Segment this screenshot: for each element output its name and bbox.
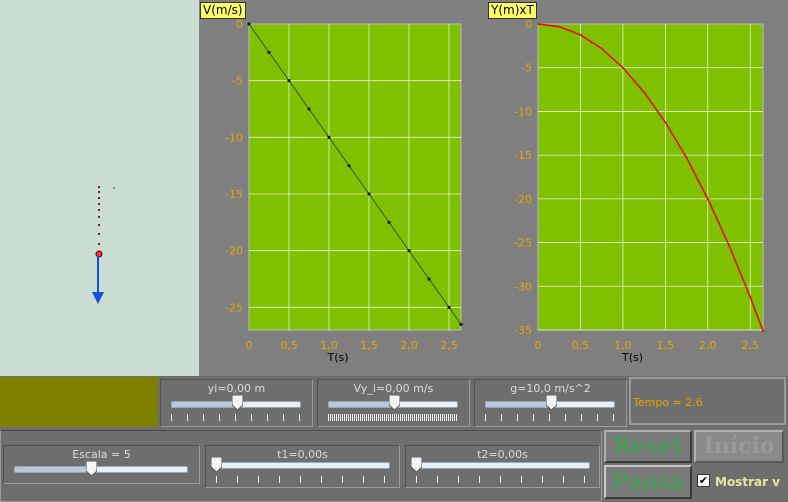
- position-plot-xlabel: T(s): [621, 351, 643, 364]
- velocity-plot-x-tick: 1,5: [360, 339, 378, 352]
- velocity-point: [267, 50, 271, 54]
- position-plot-y-tick: -35: [514, 324, 532, 337]
- mostrar-label: Mostrar v: [715, 475, 780, 489]
- escala-slider[interactable]: [14, 466, 188, 473]
- velocity-plot-title: V(m/s): [200, 2, 246, 19]
- velocity-point: [347, 164, 351, 168]
- t2-slider[interactable]: [416, 462, 590, 469]
- velocity-point: [367, 192, 371, 196]
- g-slider-thumb[interactable]: [546, 395, 557, 410]
- velocity-point: [387, 220, 391, 224]
- escala-slider-box: Escala = 5: [3, 445, 200, 484]
- vyi-ticks: [328, 414, 457, 421]
- velocity-plot-y-tick: 0: [236, 18, 243, 31]
- position-plot-x-tick: 1,5: [657, 339, 675, 352]
- velocity-plot-y-tick: -10: [225, 131, 243, 144]
- falling-ball-scene: [92, 185, 115, 304]
- trail-dots: [97, 185, 115, 246]
- position-point: [537, 23, 539, 25]
- position-plot-y-tick: -5: [521, 62, 532, 75]
- t2-ticks: [416, 476, 585, 483]
- position-plot-y-tick: 0: [525, 18, 532, 31]
- g-label: g=10,0 m/s^2: [510, 382, 591, 395]
- velocity-plot-x-tick: 2,0: [400, 339, 418, 352]
- plots-area: 0 0,5 1,0 1,5 2,0 2,5 0 -5 -10 -15 -20 -25 T(s) 0 0,5 1…: [199, 0, 788, 376]
- velocity-point: [427, 277, 431, 281]
- t2-slider-box: t2=0,00s: [405, 445, 600, 488]
- velocity-plot-y-tick: -20: [225, 245, 243, 258]
- escala-label: Escala = 5: [72, 448, 131, 461]
- velocity-point: [407, 249, 411, 253]
- reset-button[interactable]: Reset: [604, 430, 692, 463]
- position-point: [762, 329, 764, 332]
- velocity-plot-x-tick: 0,5: [280, 339, 298, 352]
- simulation-canvas[interactable]: [0, 0, 199, 376]
- velocity-plot-area: [248, 23, 462, 331]
- position-point: [706, 197, 709, 200]
- t1-label: t1=0,00s: [277, 448, 328, 461]
- vyi-label: Vy_i=0,00 m/s: [353, 382, 434, 395]
- g-ticks: [485, 414, 614, 421]
- color-swatch: [0, 377, 158, 427]
- position-plot-y-tick: -20: [514, 193, 532, 206]
- velocity-plot-x-tick: 0: [246, 339, 253, 352]
- t1-slider[interactable]: [216, 462, 390, 469]
- position-plot-title: Y(m)xT: [488, 2, 537, 19]
- position-point: [621, 66, 624, 69]
- mostrar-checkbox[interactable]: ✔: [697, 474, 710, 487]
- tempo-text: Tempo = 2.6: [633, 396, 703, 409]
- t2-label: t2=0,00s: [477, 448, 528, 461]
- t1-slider-thumb[interactable]: [211, 457, 222, 472]
- velocity-plot-x-tick: 2,5: [440, 339, 458, 352]
- t2-slider-thumb[interactable]: [411, 457, 422, 472]
- position-point: [728, 244, 731, 247]
- velocity-plot-xlabel: T(s): [327, 351, 349, 364]
- position-point: [579, 33, 582, 36]
- pausa-button[interactable]: Pausa: [604, 465, 692, 499]
- position-plot-y-tick: -25: [514, 237, 532, 250]
- position-point: [664, 121, 667, 124]
- escala-slider-thumb[interactable]: [86, 461, 97, 476]
- position-plot-x-tick: 2,0: [699, 339, 717, 352]
- t1-slider-box: t1=0,00s: [205, 445, 400, 488]
- position-plot-x-tick: 0: [535, 339, 542, 352]
- position-plot-y-tick: -10: [514, 105, 532, 118]
- position-plot-x-tick: 0,5: [572, 339, 590, 352]
- position-plot-y-tick: -30: [514, 280, 532, 293]
- position-point: [643, 91, 646, 94]
- position-plot-group: 0 0,5 1,0 1,5 2,0 2,50-5-10-15-20-25-30-35T(s…: [514, 18, 764, 364]
- position-point: [685, 156, 688, 159]
- inicio-button[interactable]: Início: [694, 430, 784, 463]
- velocity-plot-y-tick: -25: [225, 301, 243, 314]
- velocity-plot-y-tick: -5: [232, 75, 243, 88]
- velocity-point: [287, 79, 291, 83]
- tempo-display: Tempo = 2.6: [629, 377, 786, 425]
- vyi-slider-thumb[interactable]: [389, 395, 400, 410]
- t1-ticks: [216, 476, 385, 483]
- velocity-plot-y-tick: -15: [225, 188, 243, 201]
- velocity-arrow-icon: [92, 256, 104, 304]
- velocity-point: [459, 322, 463, 326]
- velocity-plot-group: 0 0,5 1,0 1,5 2,0 2,50-5-10-15-20-25T(s): [225, 18, 463, 364]
- position-plot-y-tick: -15: [514, 149, 532, 162]
- vyi-slider-box: Vy_i=0,00 m/s: [317, 379, 470, 427]
- position-plot-area: [537, 23, 764, 331]
- g-slider-box: g=10,0 m/s^2: [474, 379, 627, 427]
- yi-slider-box: yi=0,00 m: [160, 379, 313, 427]
- yi-ticks: [171, 414, 300, 421]
- velocity-point: [447, 305, 451, 309]
- position-plot-x-tick: 2,5: [742, 339, 760, 352]
- velocity-plot: 0 0,5 1,0 1,5 2,0 2,50-5-10-15-20-25T(s)0 0,5 1…: [225, 18, 764, 364]
- velocity-point: [247, 22, 251, 26]
- yi-slider-thumb[interactable]: [232, 395, 243, 410]
- velocity-point: [327, 135, 331, 139]
- position-point: [600, 47, 603, 50]
- velocity-point: [307, 107, 311, 111]
- yi-label: yi=0,00 m: [207, 382, 266, 395]
- position-point: [558, 25, 561, 28]
- position-point: [749, 296, 752, 299]
